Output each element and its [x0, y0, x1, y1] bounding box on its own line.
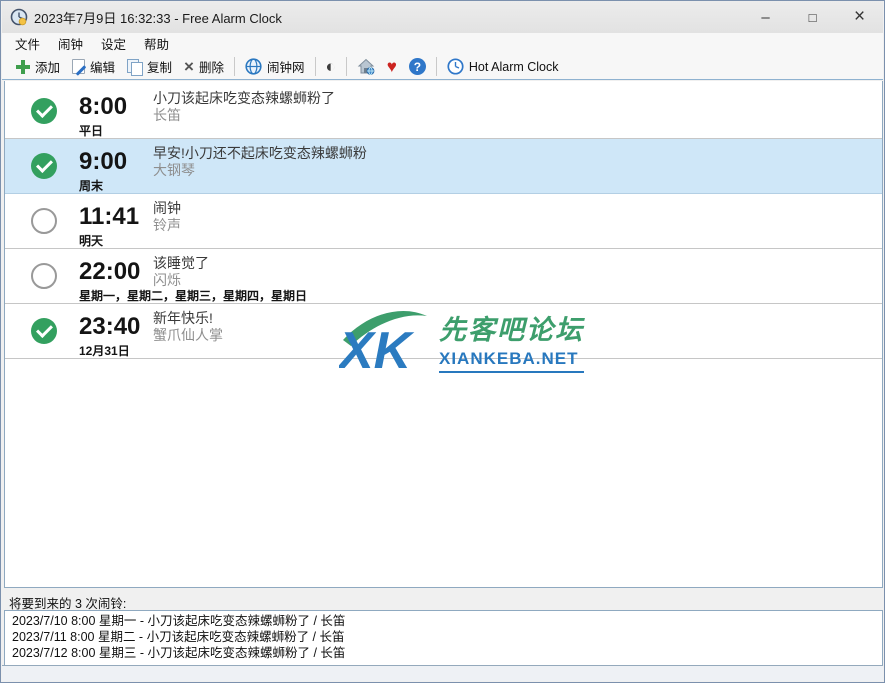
- clock-icon: [447, 58, 464, 75]
- alarm-time: 11:41: [79, 203, 139, 231]
- upcoming-alarm-entry: 2023/7/12 8:00 星期三 - 小刀该起床吃变态辣螺蛳粉了 / 长笛: [12, 645, 875, 661]
- menu-file[interactable]: 文件: [6, 32, 49, 55]
- help-icon: ?: [409, 58, 426, 75]
- add-label: 添加: [35, 57, 60, 76]
- alarm-row-2[interactable]: 9:00 周末 早安!小刀还不起床吃变态辣螺蛳粉 大钢琴: [5, 139, 882, 194]
- add-alarm-button[interactable]: 添加: [10, 55, 66, 78]
- status-bar: [2, 665, 883, 681]
- alarm-schedule: 12月31日: [79, 342, 130, 359]
- donate-button[interactable]: ♥: [381, 56, 403, 77]
- menu-help[interactable]: 帮助: [135, 32, 178, 55]
- home-icon: [357, 58, 375, 75]
- toolbar-separator: [234, 57, 235, 76]
- alarm-time: 9:00: [79, 148, 127, 176]
- heart-icon: ♥: [387, 58, 397, 75]
- alarm-enabled-checkbox[interactable]: [31, 318, 57, 344]
- alarm-schedule: 平日: [79, 122, 103, 139]
- hot-alarm-clock-label: Hot Alarm Clock: [469, 60, 559, 74]
- alarm-row-4[interactable]: 22:00 星期一，星期二，星期三，星期四，星期日 该睡觉了 闪烁: [5, 249, 882, 304]
- alarm-enabled-checkbox[interactable]: [31, 98, 57, 124]
- upcoming-alarm-entry: 2023/7/10 8:00 星期一 - 小刀该起床吃变态辣螺蛳粉了 / 长笛: [12, 613, 875, 629]
- hot-alarm-clock-button[interactable]: Hot Alarm Clock: [441, 56, 565, 77]
- copy-icon: [127, 59, 142, 74]
- edit-icon: [72, 59, 85, 74]
- alarm-sound: 蟹爪仙人掌: [153, 325, 223, 345]
- alarm-time: 23:40: [79, 313, 140, 341]
- alarm-schedule: 周末: [79, 177, 103, 194]
- alarm-list: 8:00 平日 小刀该起床吃变态辣螺蛳粉了 长笛 9:00 周末 早安!小刀还不…: [4, 81, 883, 588]
- alarm-row-3[interactable]: 11:41 明天 闹钟 铃声: [5, 194, 882, 249]
- copy-label: 复制: [147, 57, 172, 76]
- alarm-schedule: 明天: [79, 232, 103, 249]
- toolbar-separator: [315, 57, 316, 76]
- alarm-row-5[interactable]: 23:40 12月31日 新年快乐! 蟹爪仙人掌: [5, 304, 882, 359]
- menu-alarm[interactable]: 闹钟: [49, 32, 92, 55]
- upcoming-alarms-panel: 2023/7/10 8:00 星期一 - 小刀该起床吃变态辣螺蛳粉了 / 长笛 …: [4, 610, 883, 666]
- alarm-web-button[interactable]: 闹钟网: [239, 55, 311, 78]
- alarm-time: 8:00: [79, 93, 127, 121]
- theme-contrast-button[interactable]: ◐: [320, 56, 342, 77]
- alarm-sound: 铃声: [153, 215, 181, 235]
- delete-label: 删除: [199, 57, 224, 76]
- toolbar-separator: [436, 57, 437, 76]
- app-window: 2023年7月9日 16:32:33 - Free Alarm Clock – …: [0, 0, 885, 683]
- toolbar-separator: [346, 57, 347, 76]
- alarm-sound: 闪烁: [153, 270, 181, 290]
- alarm-clock-app-icon: [10, 8, 28, 26]
- alarm-disabled-checkbox[interactable]: [31, 208, 57, 234]
- maximize-button[interactable]: □: [789, 1, 836, 33]
- title-bar: 2023年7月9日 16:32:33 - Free Alarm Clock – …: [2, 1, 883, 33]
- window-title: 2023年7月9日 16:32:33 - Free Alarm Clock: [34, 8, 282, 27]
- alarm-time: 22:00: [79, 258, 140, 286]
- globe-icon: [245, 58, 262, 75]
- copy-alarm-button[interactable]: 复制: [121, 55, 178, 78]
- menu-bar: 文件 闹钟 设定 帮助: [2, 33, 883, 54]
- alarm-row-1[interactable]: 8:00 平日 小刀该起床吃变态辣螺蛳粉了 长笛: [5, 84, 882, 139]
- help-button[interactable]: ?: [403, 56, 432, 77]
- alarm-enabled-checkbox[interactable]: [31, 153, 57, 179]
- homepage-button[interactable]: [351, 56, 381, 77]
- alarm-sound: 长笛: [153, 105, 181, 125]
- plus-icon: [16, 60, 30, 74]
- delete-alarm-button[interactable]: × 删除: [178, 55, 230, 78]
- close-button[interactable]: ×: [836, 1, 883, 33]
- alarm-sound: 大钢琴: [153, 160, 195, 180]
- toolbar: 添加 编辑 复制 × 删除 闹钟网 ◐: [2, 54, 883, 80]
- edit-label: 编辑: [90, 57, 115, 76]
- alarm-schedule: 星期一，星期二，星期三，星期四，星期日: [79, 287, 307, 304]
- contrast-icon: ◐: [326, 58, 336, 75]
- alarm-web-label: 闹钟网: [267, 57, 305, 76]
- alarm-disabled-checkbox[interactable]: [31, 263, 57, 289]
- minimize-button[interactable]: –: [742, 1, 789, 33]
- menu-settings[interactable]: 设定: [92, 32, 135, 55]
- upcoming-alarm-entry: 2023/7/11 8:00 星期二 - 小刀该起床吃变态辣螺蛳粉了 / 长笛: [12, 629, 875, 645]
- delete-icon: ×: [184, 60, 194, 74]
- edit-alarm-button[interactable]: 编辑: [66, 55, 121, 78]
